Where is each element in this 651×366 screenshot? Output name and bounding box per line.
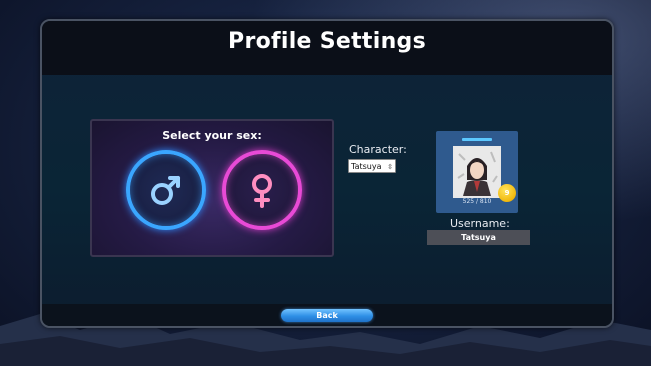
male-option-button[interactable]	[126, 150, 206, 230]
username-field[interactable]: Tatsuya	[427, 230, 530, 245]
character-label: Character:	[349, 143, 407, 156]
dropdown-arrow-icon: ⇳	[387, 163, 393, 171]
sex-selection-heading: Select your sex:	[162, 129, 262, 142]
username-label: Username:	[450, 217, 510, 230]
avatar	[453, 146, 501, 198]
female-symbol-icon	[252, 174, 272, 208]
male-symbol-icon	[151, 176, 180, 205]
sex-selection-box: Select your sex:	[90, 119, 334, 257]
character-select-value: Tatsuya	[351, 162, 382, 171]
profile-avatar-card: 9 525 / 810	[436, 131, 518, 213]
page-title: Profile Settings	[228, 29, 426, 54]
xp-progress-text: 525 / 810	[462, 198, 492, 205]
character-select[interactable]: Tatsuya ⇳	[348, 159, 396, 173]
avatar-card-accent-bar	[462, 138, 492, 141]
back-button[interactable]: Back	[281, 309, 373, 322]
female-option-button[interactable]	[222, 150, 302, 230]
panel-header: Profile Settings	[42, 21, 612, 75]
profile-settings-panel: Profile Settings Select your sex: Charac…	[40, 19, 614, 328]
character-portrait-image	[455, 148, 499, 196]
